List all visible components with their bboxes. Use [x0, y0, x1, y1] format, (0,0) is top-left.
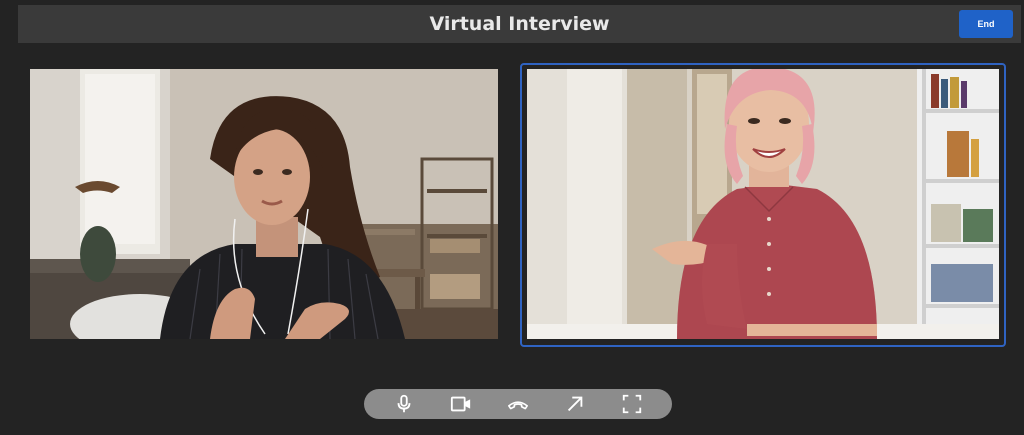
microphone-icon [397, 394, 411, 413]
video-tile-participant-2[interactable] [527, 69, 999, 339]
header-bar: Virtual Interview End [18, 5, 1021, 43]
microphone-button[interactable] [389, 391, 419, 417]
fullscreen-button[interactable] [617, 391, 647, 417]
video-tile-participant-1[interactable] [30, 69, 498, 339]
end-call-button[interactable]: End [959, 10, 1013, 38]
video-camera-icon [451, 396, 471, 412]
participant-2-video-feed [527, 69, 999, 339]
participant-1-video-feed [30, 69, 498, 339]
camera-button[interactable] [446, 391, 476, 417]
hang-up-icon [507, 401, 528, 410]
share-arrow-icon [567, 396, 583, 412]
hang-up-button[interactable] [503, 391, 533, 417]
page-title: Virtual Interview [429, 13, 610, 35]
share-button[interactable] [560, 391, 590, 417]
call-controls-bar [364, 389, 672, 419]
fullscreen-icon [622, 394, 641, 414]
